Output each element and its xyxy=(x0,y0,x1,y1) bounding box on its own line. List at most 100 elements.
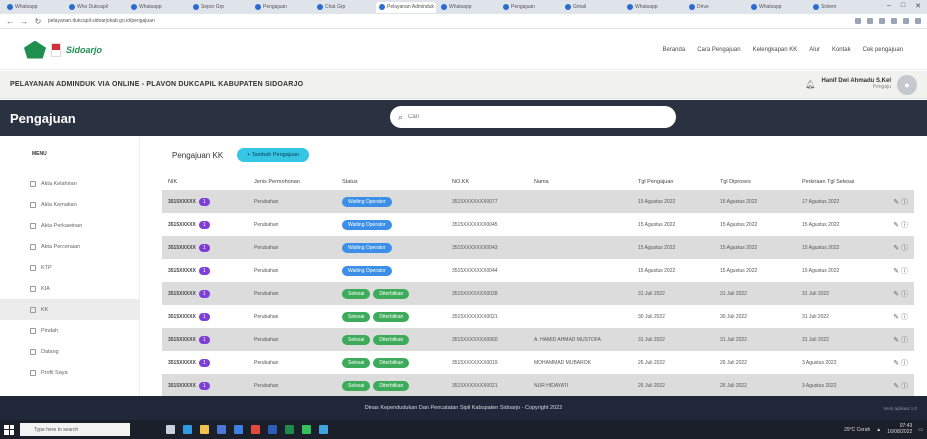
table-row[interactable]: 3515XXXXX 1 Perubahan Waiting Operator 3515X… xyxy=(162,259,914,282)
info-icon[interactable]: ⓘ xyxy=(901,222,908,229)
column-header[interactable]: Tgl Pengajuan xyxy=(632,173,714,190)
sidebar-item[interactable]: Akta Kelahiran xyxy=(0,173,139,194)
extension-icon[interactable] xyxy=(891,18,897,24)
extension-icon[interactable] xyxy=(855,18,861,24)
excel-icon[interactable] xyxy=(285,425,294,434)
sidebar-item[interactable]: Pindah xyxy=(0,320,139,341)
notification-icon[interactable]: ▭ xyxy=(918,427,923,433)
info-icon[interactable]: ⓘ xyxy=(901,268,908,275)
extension-icon[interactable] xyxy=(867,18,873,24)
whatsapp-icon[interactable] xyxy=(302,425,311,434)
site-logo[interactable]: Sidoarjo xyxy=(24,40,102,59)
extension-icon[interactable] xyxy=(915,18,921,24)
edit-icon[interactable]: ✎ xyxy=(893,199,901,206)
telegram-icon[interactable] xyxy=(319,425,328,434)
nav-link[interactable]: Kelengkapan KK xyxy=(753,47,798,53)
sidebar-item[interactable]: Datang xyxy=(0,341,139,362)
explorer-icon[interactable] xyxy=(200,425,209,434)
word-icon[interactable] xyxy=(268,425,277,434)
table-row[interactable]: 3515XXXXX 1 Perubahan Selesai Diterbitkan 351… xyxy=(162,351,914,374)
sidebar-item[interactable]: KIA xyxy=(0,278,139,299)
maximize-icon[interactable]: □ xyxy=(901,2,905,10)
mail-icon[interactable] xyxy=(234,425,243,434)
info-icon[interactable]: ⓘ xyxy=(901,360,908,367)
table-row[interactable]: 3515XXXXX 1 Perubahan Waiting Operator 3515X… xyxy=(162,190,914,213)
nav-link[interactable]: Kontak xyxy=(832,47,851,53)
column-header[interactable]: Perkiraan Tgl Selesai xyxy=(796,173,882,190)
column-header[interactable] xyxy=(882,173,914,190)
nav-link[interactable]: Alur xyxy=(809,47,820,53)
edit-icon[interactable]: ✎ xyxy=(893,337,901,344)
browser-tab[interactable]: Sistem xyxy=(810,2,870,13)
edit-icon[interactable]: ✎ xyxy=(893,291,901,298)
edit-icon[interactable]: ✎ xyxy=(893,383,901,390)
browser-tab[interactable]: Chat Grp xyxy=(314,2,374,13)
edit-icon[interactable]: ✎ xyxy=(893,222,901,229)
forward-icon[interactable]: → xyxy=(20,17,28,26)
url-field[interactable]: pelayanan.dukcapil.sidoarjokab.go.id/pen… xyxy=(48,18,849,24)
sidebar-item[interactable]: Profil Saya xyxy=(0,362,139,383)
browser-tab[interactable]: Pelayanan Adminduk xyxy=(376,1,436,13)
browser-tab[interactable]: Sepor Grp xyxy=(190,2,250,13)
edit-icon[interactable]: ✎ xyxy=(893,268,901,275)
browser-tab[interactable]: Pengajuan xyxy=(252,2,312,13)
nav-link[interactable]: Cek pengajuan xyxy=(863,47,903,53)
nav-link[interactable]: Beranda xyxy=(663,47,686,53)
browser-tab[interactable]: Whatsapp xyxy=(624,2,684,13)
sidebar-item[interactable]: KK xyxy=(0,299,139,320)
column-header[interactable]: Tgl Diproses xyxy=(714,173,796,190)
edit-icon[interactable]: ✎ xyxy=(893,314,901,321)
minimize-icon[interactable]: – xyxy=(887,2,891,10)
edit-icon[interactable]: ✎ xyxy=(893,360,901,367)
browser-tab[interactable]: Gmail xyxy=(562,2,622,13)
windows-start-icon[interactable] xyxy=(4,424,14,435)
info-icon[interactable]: ⓘ xyxy=(901,314,908,321)
edit-icon[interactable]: ✎ xyxy=(893,245,901,252)
browser-tab[interactable]: Whatsapp xyxy=(748,2,808,13)
user-menu[interactable]: 🔔︎ Hanif Dwi Ahmadu S.Kel Pengaju ● xyxy=(805,74,917,95)
column-header[interactable]: NIK xyxy=(162,173,248,190)
info-icon[interactable]: ⓘ xyxy=(901,199,908,206)
bell-icon[interactable]: 🔔︎ xyxy=(805,80,815,89)
table-row[interactable]: 3515XXXXX 1 Perubahan Waiting Operator 3515X… xyxy=(162,236,914,259)
store-icon[interactable] xyxy=(217,425,226,434)
extension-icon[interactable] xyxy=(879,18,885,24)
browser-tab[interactable]: Who Dukcapil xyxy=(66,2,126,13)
browser-tab[interactable]: Drive xyxy=(686,2,746,13)
nav-link[interactable]: Cara Pengajuan xyxy=(697,47,740,53)
sidebar-item[interactable]: Akta Perkawinan xyxy=(0,215,139,236)
column-header[interactable]: NO.KK xyxy=(446,173,528,190)
table-row[interactable]: 3515XXXXX 1 Perubahan Selesai Diterbitkan 351… xyxy=(162,282,914,305)
weather-text[interactable]: 29°C Cerah xyxy=(844,427,870,433)
column-header[interactable]: Status xyxy=(336,173,446,190)
table-row[interactable]: 3515XXXXX 1 Perubahan Selesai Diterbitkan 351… xyxy=(162,328,914,351)
table-row[interactable]: 3515XXXXX 1 Perubahan Selesai Diterbitkan 351… xyxy=(162,374,914,396)
column-header[interactable]: Nama xyxy=(528,173,632,190)
info-icon[interactable]: ⓘ xyxy=(901,291,908,298)
edge-icon[interactable] xyxy=(183,425,192,434)
table-row[interactable]: 3515XXXXX 1 Perubahan Waiting Operator 3515X… xyxy=(162,213,914,236)
taskbar-search[interactable]: Type here to search xyxy=(20,423,130,436)
network-icon[interactable]: ▲ xyxy=(876,427,881,433)
browser-tab[interactable]: Whatsapp xyxy=(4,2,64,13)
clock[interactable]: 07:43 16/08/2022 xyxy=(887,423,912,435)
close-icon[interactable]: ✕ xyxy=(915,2,921,10)
table-row[interactable]: 3515XXXXX 1 Perubahan Selesai Diterbitkan 351… xyxy=(162,305,914,328)
browser-tab[interactable]: Whatsapp xyxy=(128,2,188,13)
reload-icon[interactable]: ↻ xyxy=(34,17,42,26)
search-box[interactable]: ⌕ xyxy=(390,106,676,128)
browser-tab[interactable]: Pengajuan xyxy=(500,2,560,13)
extension-icon[interactable] xyxy=(903,18,909,24)
avatar[interactable]: ● xyxy=(897,74,917,95)
sidebar-item[interactable]: Akta Perceraian xyxy=(0,236,139,257)
add-submission-button[interactable]: + Tambah Pengajuan xyxy=(237,148,310,162)
sidebar-item[interactable]: KTP xyxy=(0,257,139,278)
back-icon[interactable]: ← xyxy=(6,17,14,26)
column-header[interactable]: Jenis Permohonan xyxy=(248,173,336,190)
search-input[interactable] xyxy=(408,114,668,120)
chrome-icon[interactable] xyxy=(251,425,260,434)
task-view-icon[interactable] xyxy=(166,425,175,434)
sidebar-item[interactable]: Akta Kematian xyxy=(0,194,139,215)
info-icon[interactable]: ⓘ xyxy=(901,337,908,344)
browser-tab[interactable]: Whatsapp xyxy=(438,2,498,13)
